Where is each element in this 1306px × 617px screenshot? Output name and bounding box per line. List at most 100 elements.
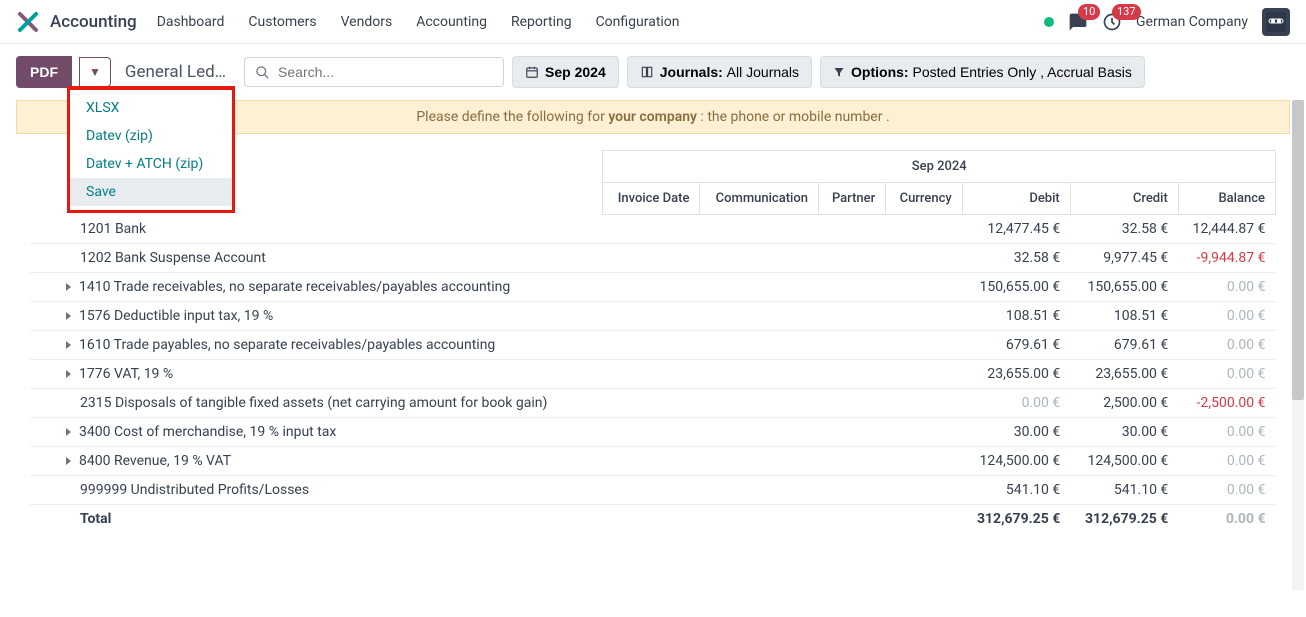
table-row[interactable]: 2315 Disposals of tangible fixed assets … — [30, 389, 1276, 418]
company-switcher[interactable]: German Company — [1136, 14, 1248, 30]
messages-button[interactable]: 10 — [1068, 12, 1088, 32]
debit-cell: 0.00 € — [962, 389, 1070, 418]
expand-caret-icon[interactable] — [66, 370, 71, 378]
balance-cell: 0.00 € — [1178, 418, 1275, 447]
breadcrumb[interactable]: General Led… — [125, 62, 226, 82]
credit-cell: 2,500.00 € — [1070, 389, 1178, 418]
credit-cell: 23,655.00 € — [1070, 360, 1178, 389]
debit-cell: 124,500.00 € — [962, 447, 1070, 476]
account-cell[interactable]: 1576 Deductible input tax, 19 % — [30, 302, 603, 331]
scrollbar-track[interactable] — [1292, 100, 1304, 590]
nav-vendors[interactable]: Vendors — [341, 14, 393, 30]
account-cell[interactable]: 1410 Trade receivables, no separate rece… — [30, 273, 603, 302]
app-name[interactable]: Accounting — [50, 12, 137, 32]
options-filter[interactable]: Options: Posted Entries Only , Accrual B… — [820, 56, 1145, 88]
filter-icon — [833, 66, 845, 78]
nav-accounting[interactable]: Accounting — [416, 14, 487, 30]
dropdown-item-xlsx[interactable]: XLSX — [70, 94, 232, 122]
account-label: 1610 Trade payables, no separate receiva… — [79, 337, 495, 353]
credit-cell: 150,655.00 € — [1070, 273, 1178, 302]
activities-badge: 137 — [1112, 4, 1141, 20]
nav-dashboard[interactable]: Dashboard — [157, 14, 225, 30]
table-row[interactable]: 1410 Trade receivables, no separate rece… — [30, 273, 1276, 302]
table-row[interactable]: 8400 Revenue, 19 % VAT 124,500.00 €124,50… — [30, 447, 1276, 476]
pdf-button[interactable]: PDF — [16, 56, 72, 88]
account-cell[interactable]: 999999 Undistributed Profits/Losses — [30, 476, 603, 505]
avatar-icon — [1264, 10, 1288, 34]
col-debit: Debit — [962, 183, 1070, 215]
nav-customers[interactable]: Customers — [248, 14, 316, 30]
avatar[interactable] — [1262, 8, 1290, 36]
account-cell[interactable]: 1776 VAT, 19 % — [30, 360, 603, 389]
table-period-header: Sep 2024 — [603, 151, 1276, 183]
credit-cell: 30.00 € — [1070, 418, 1178, 447]
account-label: 1202 Bank Suspense Account — [80, 250, 266, 266]
balance-cell: -9,944.87 € — [1178, 244, 1275, 273]
balance-cell: 12,444.87 € — [1178, 215, 1275, 244]
debit-cell: 150,655.00 € — [962, 273, 1070, 302]
app-logo-icon[interactable] — [16, 10, 40, 34]
balance-cell: 0.00 € — [1178, 273, 1275, 302]
account-cell[interactable]: 2315 Disposals of tangible fixed assets … — [30, 389, 603, 418]
period-filter[interactable]: Sep 2024 — [512, 56, 619, 88]
table-row[interactable]: 3400 Cost of merchandise, 19 % input tax… — [30, 418, 1276, 447]
scrollbar-thumb[interactable] — [1292, 100, 1304, 400]
activities-button[interactable]: 137 — [1102, 12, 1122, 32]
expand-caret-icon[interactable] — [66, 312, 71, 320]
export-dropdown-toggle[interactable]: ▼ — [79, 57, 111, 87]
nav-configuration[interactable]: Configuration — [596, 14, 680, 30]
credit-cell: 32.58 € — [1070, 215, 1178, 244]
account-label: 999999 Undistributed Profits/Losses — [80, 482, 309, 498]
journals-filter[interactable]: Journals: All Journals — [627, 56, 812, 88]
expand-caret-icon[interactable] — [66, 428, 71, 436]
caret-down-icon: ▼ — [89, 65, 101, 79]
credit-cell: 124,500.00 € — [1070, 447, 1178, 476]
export-dropdown-menu: XLSXDatev (zip)Datev + ATCH (zip)Save — [67, 86, 235, 213]
dropdown-item-save[interactable]: Save — [70, 178, 232, 206]
account-cell[interactable]: 1201 Bank — [30, 215, 603, 244]
debit-cell: 32.58 € — [962, 244, 1070, 273]
search-input[interactable] — [278, 64, 493, 80]
account-cell[interactable]: 8400 Revenue, 19 % VAT — [30, 447, 603, 476]
table-row[interactable]: 1776 VAT, 19 %23,655.00 €23,655.00 €0.00… — [30, 360, 1276, 389]
balance-cell: 0.00 € — [1178, 302, 1275, 331]
credit-cell: 541.10 € — [1070, 476, 1178, 505]
total-credit: 312,679.25 € — [1070, 505, 1178, 534]
account-label: 1410 Trade receivables, no separate rece… — [79, 279, 510, 295]
account-cell[interactable]: 3400 Cost of merchandise, 19 % input tax — [30, 418, 603, 447]
debit-cell: 679.61 € — [962, 331, 1070, 360]
debit-cell: 30.00 € — [962, 418, 1070, 447]
expand-caret-icon[interactable] — [66, 341, 71, 349]
total-debit: 312,679.25 € — [962, 505, 1070, 534]
alert-strong[interactable]: your company — [608, 109, 697, 125]
col-partner: Partner — [818, 183, 885, 215]
dropdown-item-datev-zip-[interactable]: Datev (zip) — [70, 122, 232, 150]
debit-cell: 12,477.45 € — [962, 215, 1070, 244]
account-label: 1576 Deductible input tax, 19 % — [79, 308, 273, 324]
debit-cell: 23,655.00 € — [962, 360, 1070, 389]
total-row: Total312,679.25 €312,679.25 €0.00 € — [30, 505, 1276, 534]
account-cell[interactable]: 1202 Bank Suspense Account — [30, 244, 603, 273]
account-label: 3400 Cost of merchandise, 19 % input tax — [79, 424, 336, 440]
table-row[interactable]: 1201 Bank 12,477.45 €32.58 €12,444.87 € — [30, 215, 1276, 244]
alert-pre: Please define the following for — [416, 109, 608, 125]
table-row[interactable]: 1610 Trade payables, no separate receiva… — [30, 331, 1276, 360]
expand-caret-icon[interactable] — [66, 283, 71, 291]
table-row[interactable]: 999999 Undistributed Profits/Losses 541.1… — [30, 476, 1276, 505]
book-icon — [640, 65, 654, 79]
search-box[interactable] — [244, 57, 504, 87]
alert-post: : the phone or mobile number . — [697, 109, 890, 125]
table-row[interactable]: 1202 Bank Suspense Account32.58 €9,977.4… — [30, 244, 1276, 273]
status-dot-icon — [1044, 17, 1054, 27]
debit-cell: 108.51 € — [962, 302, 1070, 331]
search-icon — [255, 65, 270, 80]
account-cell[interactable]: 1610 Trade payables, no separate receiva… — [30, 331, 603, 360]
table-row[interactable]: 1576 Deductible input tax, 19 %108.51 €1… — [30, 302, 1276, 331]
credit-cell: 679.61 € — [1070, 331, 1178, 360]
balance-cell: 0.00 € — [1178, 360, 1275, 389]
col-currency: Currency — [886, 183, 963, 215]
nav-reporting[interactable]: Reporting — [511, 14, 572, 30]
expand-caret-icon[interactable] — [66, 457, 71, 465]
col-credit: Credit — [1070, 183, 1178, 215]
dropdown-item-datev-atch-zip-[interactable]: Datev + ATCH (zip) — [70, 150, 232, 178]
